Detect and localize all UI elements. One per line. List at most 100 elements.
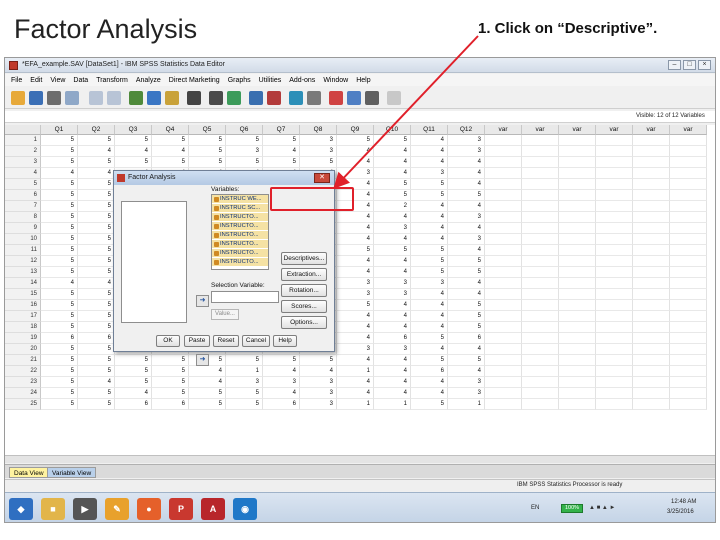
table-cell[interactable]: 3 xyxy=(300,399,337,410)
table-cell[interactable]: 3 xyxy=(448,135,485,146)
table-cell[interactable]: 5 xyxy=(78,300,115,311)
table-cell[interactable] xyxy=(522,212,559,223)
table-cell[interactable]: 6 xyxy=(263,399,300,410)
descriptives-button[interactable]: Descriptives... xyxy=(281,252,327,265)
table-cell[interactable] xyxy=(670,135,707,146)
table-cell[interactable]: 4 xyxy=(337,311,374,322)
table-cell[interactable]: 4 xyxy=(374,355,411,366)
table-cell[interactable]: 4 xyxy=(337,146,374,157)
list-item[interactable]: INSTRUCTO... xyxy=(212,222,268,231)
table-cell[interactable]: 6 xyxy=(152,399,189,410)
table-cell[interactable]: 5 xyxy=(41,179,78,190)
table-cell[interactable] xyxy=(596,168,633,179)
table-cell[interactable]: 3 xyxy=(263,377,300,388)
table-cell[interactable]: 3 xyxy=(374,289,411,300)
table-cell[interactable]: 5 xyxy=(226,388,263,399)
table-cell[interactable]: 5 xyxy=(411,333,448,344)
table-cell[interactable]: 5 xyxy=(41,135,78,146)
table-cell[interactable]: 5 xyxy=(115,355,152,366)
table-cell[interactable]: 4 xyxy=(411,212,448,223)
table-cell[interactable]: 4 xyxy=(78,377,115,388)
table-cell[interactable]: 4 xyxy=(448,201,485,212)
table-cell[interactable]: 4 xyxy=(337,388,374,399)
table-cell[interactable]: 4 xyxy=(448,157,485,168)
table-cell[interactable]: 5 xyxy=(78,355,115,366)
table-cell[interactable] xyxy=(485,135,522,146)
table-cell[interactable] xyxy=(485,399,522,410)
table-cell[interactable]: 5 xyxy=(226,135,263,146)
list-item[interactable]: INSTRUCTO... xyxy=(212,231,268,240)
table-cell[interactable] xyxy=(559,223,596,234)
table-cell[interactable] xyxy=(633,190,670,201)
table-cell[interactable]: 4 xyxy=(374,366,411,377)
table-cell[interactable]: 3 xyxy=(448,146,485,157)
goto-variable-icon[interactable] xyxy=(147,91,161,105)
table-cell[interactable] xyxy=(559,234,596,245)
table-cell[interactable]: 5 xyxy=(337,135,374,146)
menu-add-ons[interactable]: Add-ons xyxy=(289,77,315,84)
table-cell[interactable]: 4 xyxy=(300,366,337,377)
column-header[interactable]: Q5 xyxy=(189,125,226,135)
table-cell[interactable]: 4 xyxy=(337,267,374,278)
table-cell[interactable]: 4 xyxy=(115,388,152,399)
table-cell[interactable]: 3 xyxy=(411,168,448,179)
table-cell[interactable] xyxy=(522,344,559,355)
table-cell[interactable]: 5 xyxy=(411,267,448,278)
table-cell[interactable]: 4 xyxy=(337,256,374,267)
column-header[interactable]: Q9 xyxy=(337,125,374,135)
table-cell[interactable]: 4 xyxy=(337,157,374,168)
table-cell[interactable]: 3 xyxy=(337,168,374,179)
table-cell[interactable] xyxy=(559,179,596,190)
table-cell[interactable]: 5 xyxy=(152,377,189,388)
minimize-button[interactable]: – xyxy=(668,60,681,70)
table-cell[interactable]: 4 xyxy=(374,267,411,278)
table-cell[interactable] xyxy=(670,157,707,168)
spelling-icon[interactable] xyxy=(365,91,379,105)
table-cell[interactable] xyxy=(596,267,633,278)
table-cell[interactable]: 4 xyxy=(411,388,448,399)
clock-date[interactable]: 3/25/2016 xyxy=(667,509,694,515)
list-item[interactable]: INSTRUC SC... xyxy=(212,204,268,213)
table-cell[interactable] xyxy=(633,311,670,322)
table-cell[interactable] xyxy=(670,300,707,311)
table-cell[interactable]: 5 xyxy=(41,157,78,168)
table-cell[interactable] xyxy=(485,146,522,157)
table-cell[interactable]: 4 xyxy=(448,223,485,234)
notes-icon[interactable]: ✎ xyxy=(105,498,129,520)
table-cell[interactable] xyxy=(633,355,670,366)
table-cell[interactable]: 5 xyxy=(448,267,485,278)
column-header[interactable]: Q1 xyxy=(41,125,78,135)
table-cell[interactable] xyxy=(596,135,633,146)
table-cell[interactable] xyxy=(485,267,522,278)
table-cell[interactable]: 1 xyxy=(448,399,485,410)
table-cell[interactable] xyxy=(596,223,633,234)
table-cell[interactable] xyxy=(485,245,522,256)
table-cell[interactable] xyxy=(596,234,633,245)
menu-data[interactable]: Data xyxy=(73,77,88,84)
column-header[interactable]: Q10 xyxy=(374,125,411,135)
row-number[interactable]: 10 xyxy=(5,234,41,245)
table-cell[interactable] xyxy=(596,388,633,399)
column-header[interactable]: var xyxy=(522,125,559,135)
table-cell[interactable] xyxy=(559,399,596,410)
table-cell[interactable]: 5 xyxy=(41,201,78,212)
table-cell[interactable] xyxy=(633,289,670,300)
table-cell[interactable]: 4 xyxy=(337,234,374,245)
table-cell[interactable] xyxy=(559,355,596,366)
row-number[interactable]: 25 xyxy=(5,399,41,410)
table-cell[interactable]: 3 xyxy=(448,377,485,388)
table-cell[interactable]: 5 xyxy=(41,146,78,157)
column-header[interactable]: Q4 xyxy=(152,125,189,135)
table-cell[interactable]: 4 xyxy=(448,289,485,300)
table-cell[interactable]: 5 xyxy=(41,399,78,410)
table-cell[interactable]: 4 xyxy=(263,388,300,399)
table-cell[interactable]: 4 xyxy=(263,146,300,157)
table-cell[interactable] xyxy=(633,333,670,344)
menu-window[interactable]: Window xyxy=(323,77,348,84)
value-button[interactable]: Value... xyxy=(211,309,239,320)
table-cell[interactable]: 5 xyxy=(41,223,78,234)
table-cell[interactable]: 5 xyxy=(115,377,152,388)
table-cell[interactable] xyxy=(670,256,707,267)
table-cell[interactable]: 4 xyxy=(448,366,485,377)
table-cell[interactable] xyxy=(670,223,707,234)
